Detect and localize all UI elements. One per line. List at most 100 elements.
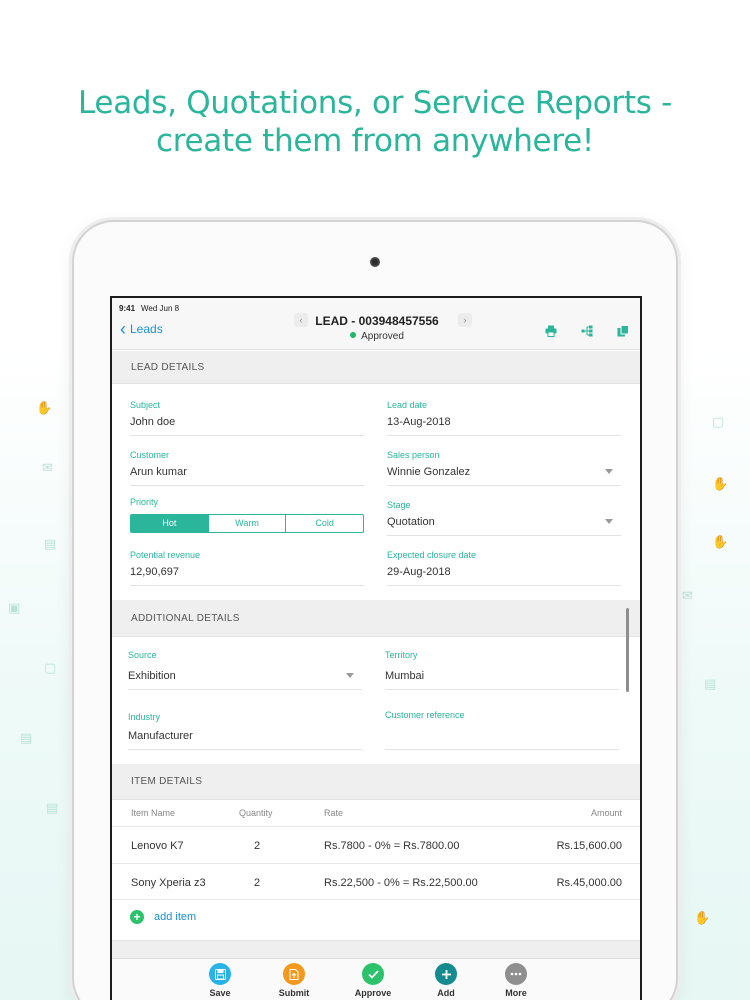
source-select[interactable]: Exhibition [128, 670, 362, 690]
column-header-item-name: Item Name [131, 808, 176, 818]
save-button[interactable]: Save [190, 963, 250, 998]
potential-revenue-value[interactable]: 12,90,697 [130, 566, 364, 586]
nav-actions [544, 324, 630, 338]
note-icon: ▤ [46, 800, 59, 815]
document-icon: ▤ [704, 676, 717, 691]
additional-details-header: ADDITIONAL DETAILS [112, 600, 640, 637]
stage-select[interactable]: Quotation [387, 516, 621, 536]
priority-warm-option[interactable]: Warm [209, 515, 287, 532]
item-name-cell: Lenovo K7 [131, 840, 184, 852]
potential-revenue-label: Potential revenue [130, 550, 201, 560]
chevron-left-icon: ‹ [120, 319, 126, 339]
chevron-right-icon: › [463, 315, 467, 325]
priority-field: Priority [130, 497, 364, 507]
more-label: More [505, 988, 527, 998]
customer-reference-input[interactable] [385, 730, 619, 750]
dropdown-caret-icon [346, 673, 354, 678]
potential-revenue-field[interactable]: Potential revenue 12,90,697 [130, 550, 364, 586]
chat-icon: ▢ [44, 660, 57, 675]
territory-field[interactable]: Territory Mumbai [385, 650, 619, 690]
duplicate-button[interactable] [616, 324, 630, 338]
more-dots-icon [505, 963, 527, 985]
quantity-cell: 2 [254, 840, 261, 852]
expected-closure-field[interactable]: Expected closure date 29-Aug-2018 [387, 550, 621, 586]
column-header-rate: Rate [324, 808, 344, 818]
rate-cell: Rs.7800 - 0% = Rs.7800.00 [324, 840, 460, 852]
app-screen: 9:41 Wed Jun 8 ‹ Leads ‹ LEAD - 003948457… [110, 296, 642, 1000]
subject-label: Subject [130, 400, 161, 410]
column-header-amount: Amount [590, 808, 622, 818]
source-field[interactable]: Source Exhibition [128, 650, 362, 690]
submit-icon [283, 963, 305, 985]
stage-field[interactable]: Stage Quotation [387, 500, 621, 536]
add-button[interactable]: Add [416, 963, 476, 998]
priority-segmented-control: Hot Warm Cold [130, 514, 364, 533]
table-row[interactable]: Lenovo K7 2 Rs.7800 - 0% = Rs.7800.00 Rs… [112, 826, 640, 863]
lead-date-field[interactable]: Lead date 13-Aug-2018 [387, 400, 621, 436]
subject-value[interactable]: John doe [130, 416, 364, 436]
print-button[interactable] [544, 324, 558, 338]
lead-date-value[interactable]: 13-Aug-2018 [387, 416, 621, 436]
hierarchy-button[interactable] [580, 324, 594, 338]
subject-field[interactable]: Subject John doe [130, 400, 364, 436]
mail-icon: ✉ [42, 460, 53, 475]
status-time: 9:41 [119, 304, 136, 313]
promo-headline: Leads, Quotations, or Service Reports - … [0, 84, 750, 160]
expected-closure-value[interactable]: 29-Aug-2018 [387, 566, 621, 586]
checkmark-icon [362, 963, 384, 985]
industry-value[interactable]: Manufacturer [128, 730, 362, 750]
source-value: Exhibition [128, 670, 176, 682]
chat-icon: ▣ [8, 600, 21, 615]
customer-field[interactable]: Customer Arun kumar [130, 450, 364, 486]
save-icon [209, 963, 231, 985]
scrollbar-thumb[interactable] [626, 608, 629, 692]
approve-label: Approve [354, 988, 392, 998]
customer-value[interactable]: Arun kumar [130, 466, 364, 486]
source-label: Source [128, 650, 157, 660]
more-button[interactable]: More [486, 963, 546, 998]
printer-icon [545, 325, 557, 337]
status-dot-icon [350, 332, 357, 338]
territory-value[interactable]: Mumbai [385, 670, 619, 690]
customer-reference-field[interactable]: Customer reference [385, 710, 619, 750]
chat-icon: ▢ [712, 414, 725, 429]
amount-cell: Rs.15,600.00 [556, 840, 622, 852]
approve-button[interactable]: Approve [343, 963, 403, 998]
save-label: Save [209, 988, 231, 998]
headline-line-1: Leads, Quotations, or Service Reports - [78, 85, 672, 121]
sales-person-select[interactable]: Winnie Gonzalez [387, 466, 621, 486]
expected-closure-label: Expected closure date [387, 550, 477, 560]
item-name-cell: Sony Xperia z3 [131, 877, 206, 889]
rate-cell: Rs.22,500 - 0% = Rs.22,500.00 [324, 877, 478, 889]
dropdown-caret-icon [605, 469, 613, 474]
camera-icon [370, 257, 380, 267]
hierarchy-icon [581, 325, 593, 337]
back-button[interactable]: ‹ Leads [120, 319, 163, 339]
navigation-bar: 9:41 Wed Jun 8 ‹ Leads ‹ LEAD - 003948457… [112, 298, 640, 350]
sales-person-field[interactable]: Sales person Winnie Gonzalez [387, 450, 621, 486]
plus-icon: + [130, 910, 144, 924]
back-label: Leads [130, 322, 163, 336]
table-row[interactable]: Sony Xperia z3 2 Rs.22,500 - 0% = Rs.22,… [112, 863, 640, 900]
customer-label: Customer [130, 450, 170, 460]
document-icon: ▤ [20, 730, 33, 745]
customer-reference-label: Customer reference [385, 710, 465, 720]
plus-icon [435, 963, 457, 985]
submit-label: Submit [278, 988, 310, 998]
column-header-quantity: Quantity [239, 808, 273, 818]
item-details-header: ITEM DETAILS [112, 764, 640, 800]
submit-button[interactable]: Submit [264, 963, 324, 998]
add-item-button[interactable]: + add item [130, 910, 196, 924]
industry-field[interactable]: Industry Manufacturer [128, 712, 362, 750]
sales-person-label: Sales person [387, 450, 440, 460]
priority-hot-option[interactable]: Hot [131, 515, 209, 532]
priority-cold-option[interactable]: Cold [286, 515, 363, 532]
copy-icon [617, 325, 629, 337]
document-icon: ▤ [44, 536, 57, 551]
add-item-label: add item [154, 911, 197, 923]
status-label: Approved [361, 331, 404, 342]
hand-icon: ✋ [712, 534, 729, 549]
stage-value: Quotation [387, 516, 435, 528]
tablet-device: 9:41 Wed Jun 8 ‹ Leads ‹ LEAD - 003948457… [72, 220, 678, 1000]
next-record-button[interactable]: › [458, 313, 472, 327]
